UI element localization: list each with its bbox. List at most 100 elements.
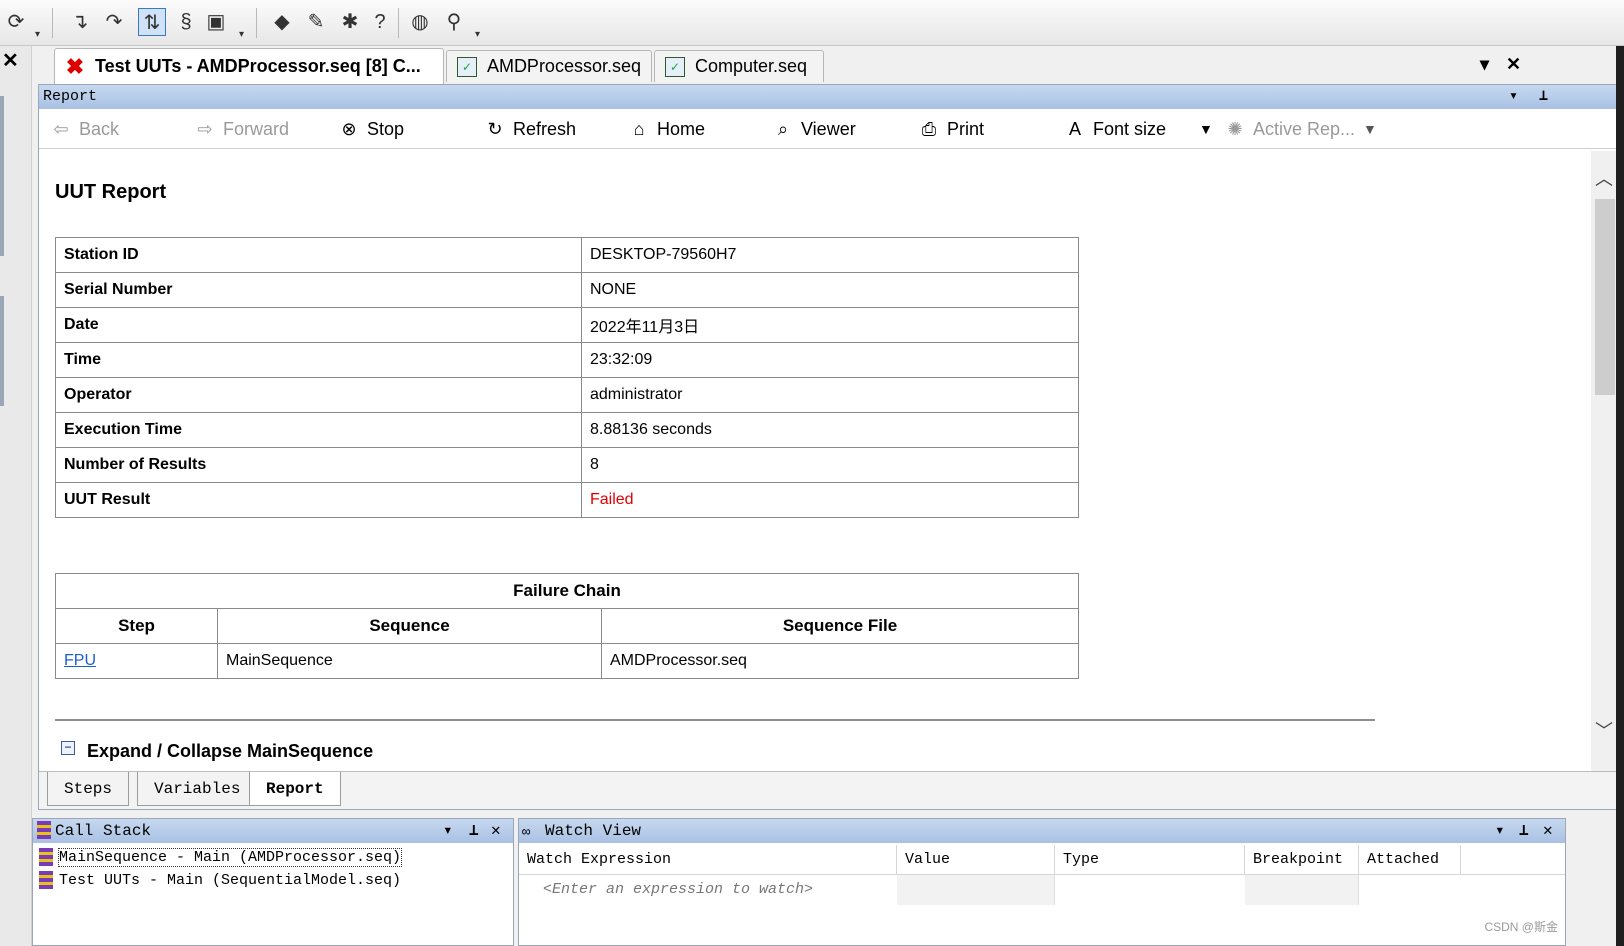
refresh-page-icon: ↻ <box>487 118 503 139</box>
watch-entry-row[interactable]: <Enter an expression to watch> <box>519 875 1565 905</box>
chevron-down-icon[interactable]: ▾ <box>1480 54 1489 75</box>
table-row: FPU MainSequence AMDProcessor.seq <box>55 643 1079 679</box>
watch-view-title-bar: ∞ Watch View ▾ ⊥ ✕ <box>519 819 1565 843</box>
status-badge: Failed <box>581 482 1079 518</box>
book-icon[interactable]: ◆ <box>268 8 296 36</box>
toolbar-overflow-grip[interactable] <box>34 6 44 40</box>
sequence-file-icon: ✓ <box>665 56 685 77</box>
step-link-fpu[interactable]: FPU <box>64 652 96 669</box>
column-header-sequence-file: Sequence File <box>601 608 1079 644</box>
failure-chain-table: Failure Chain Step Sequence Sequence Fil… <box>55 573 1079 679</box>
tools-icon[interactable]: ✱ <box>336 8 364 36</box>
tab-test-uuts-execution[interactable]: ✖ Test UUTs - AMDProcessor.seq [8] C... <box>54 48 444 84</box>
watch-view-pane: ∞ Watch View ▾ ⊥ ✕ Watch Expression Valu… <box>518 818 1566 946</box>
breakpoint-toggle-icon[interactable]: ▣ <box>202 8 230 36</box>
step-over-icon[interactable]: ↷ <box>100 8 128 36</box>
chevron-down-icon[interactable]: ▾ <box>1509 85 1518 109</box>
font-size-icon: A <box>1068 118 1081 139</box>
info-value: 8 <box>581 447 1079 483</box>
home-button[interactable]: ⌂ Home <box>627 115 705 143</box>
left-dock-rail: ✕ <box>0 46 32 946</box>
chevron-down-icon[interactable]: ﹀ <box>1595 717 1613 743</box>
call-stack-item[interactable]: Test UUTs - Main (SequentialModel.seq) <box>39 870 401 892</box>
toolbar-separator <box>398 8 399 38</box>
sequence-frame-icon <box>39 848 53 867</box>
table-row: Operator administrator <box>55 377 1079 413</box>
tab-label: Test UUTs - AMDProcessor.seq [8] C... <box>95 56 421 76</box>
call-stack-item[interactable]: MainSequence - Main (AMDProcessor.seq) <box>39 847 403 869</box>
pin-icon[interactable]: ⊥ <box>469 819 479 843</box>
page-title: UUT Report <box>55 181 167 203</box>
window-edge <box>1616 46 1624 946</box>
search-users-icon[interactable]: ⚲ <box>440 8 468 36</box>
step-out-icon[interactable]: § <box>172 8 200 36</box>
pin-icon[interactable]: ⊥ <box>1539 85 1548 109</box>
chevron-down-icon[interactable]: ▾ <box>443 819 453 843</box>
step-into-icon[interactable]: ↴ <box>66 8 94 36</box>
step-mode-icon[interactable]: ⇅ <box>138 8 166 36</box>
tab-report[interactable]: Report <box>249 772 341 806</box>
execution-failed-icon: ✖ <box>65 53 85 79</box>
table-row: Station ID DESKTOP-79560H7 <box>55 237 1079 273</box>
breakpoint-cell <box>1245 875 1359 905</box>
arrow-right-icon: ⇨ <box>197 118 213 139</box>
tab-variables[interactable]: Variables <box>137 772 258 806</box>
pin-icon[interactable]: ⊥ <box>1519 819 1529 843</box>
viewer-button[interactable]: ⌕ Viewer <box>771 115 856 143</box>
chevron-up-icon[interactable]: ︿ <box>1595 165 1613 191</box>
watch-expression-input[interactable]: <Enter an expression to watch> <box>543 875 813 905</box>
active-report-button[interactable]: ✺ Active Rep... ▼ <box>1223 115 1376 143</box>
tab-steps[interactable]: Steps <box>47 772 130 806</box>
table-row: Execution Time 8.88136 seconds <box>55 412 1079 448</box>
info-value: 2022年11月3日 <box>581 307 1079 343</box>
info-key: Operator <box>55 377 582 413</box>
column-header-type[interactable]: Type <box>1055 845 1245 875</box>
column-header-value[interactable]: Value <box>897 845 1055 875</box>
expand-collapse-toggle[interactable]: − Expand / Collapse MainSequence <box>61 740 373 762</box>
column-header-step: Step <box>55 608 218 644</box>
globe-icon[interactable]: ◍ <box>406 8 434 36</box>
close-icon[interactable]: ✕ <box>491 819 501 843</box>
forward-button[interactable]: ⇨ Forward <box>193 115 289 143</box>
watch-column-headers: Watch Expression Value Type Breakpoint A… <box>519 845 1565 875</box>
refresh-cycle-icon[interactable]: ⟳ <box>2 8 30 36</box>
documentation-icon[interactable]: ✎ <box>302 8 330 36</box>
table-row: Number of Results 8 <box>55 447 1079 483</box>
toolbar-separator <box>256 8 257 38</box>
table-row: Serial Number NONE <box>55 272 1079 308</box>
chevron-down-icon: ▼ <box>1199 121 1213 137</box>
stop-button[interactable]: ⊗ Stop <box>337 115 404 143</box>
column-header-attached[interactable]: Attached <box>1359 845 1461 875</box>
refresh-button[interactable]: ↻ Refresh <box>483 115 576 143</box>
info-key: Station ID <box>55 237 582 273</box>
report-nav-toolbar: ⇦ Back ⇨ Forward ⊗ Stop ↻ Refresh ⌂ Home… <box>39 109 1621 149</box>
close-icon[interactable]: ✕ <box>1543 819 1553 843</box>
dock-indicator <box>0 296 4 406</box>
info-key: Date <box>55 307 582 343</box>
toolbar-overflow-grip[interactable] <box>238 6 248 40</box>
column-header-breakpoint[interactable]: Breakpoint <box>1245 845 1359 875</box>
font-size-dropdown[interactable]: ▼ <box>1199 115 1213 143</box>
tab-amdprocessor-seq[interactable]: ✓ AMDProcessor.seq <box>446 50 652 82</box>
document-tab-strip: ✖ Test UUTs - AMDProcessor.seq [8] C... … <box>36 48 1624 84</box>
report-pane-title-bar: Report ▾ ⊥ <box>39 85 1621 109</box>
chevron-down-icon[interactable]: ▾ <box>1495 819 1505 843</box>
arrow-left-icon: ⇦ <box>53 118 69 139</box>
active-report-icon: ✺ <box>1227 118 1243 139</box>
info-key: Serial Number <box>55 272 582 308</box>
print-button[interactable]: ⎙ Print <box>917 115 984 143</box>
help-icon[interactable]: ? <box>366 8 394 36</box>
font-size-button[interactable]: A Font size <box>1063 115 1166 143</box>
info-key: Execution Time <box>55 412 582 448</box>
close-icon[interactable]: ✕ <box>2 48 19 73</box>
scrollbar-thumb[interactable] <box>1595 199 1615 395</box>
tab-label: AMDProcessor.seq <box>486 56 641 76</box>
column-header-watch-expression[interactable]: Watch Expression <box>519 845 897 875</box>
report-vertical-scrollbar[interactable]: ︿ ﹀ <box>1591 151 1619 771</box>
home-icon: ⌂ <box>633 118 645 139</box>
sequence-cell: MainSequence <box>217 643 602 679</box>
tab-computer-seq[interactable]: ✓ Computer.seq <box>654 50 824 82</box>
close-icon[interactable]: ✕ <box>1506 54 1521 75</box>
toolbar-overflow-grip[interactable] <box>474 6 484 40</box>
back-button[interactable]: ⇦ Back <box>49 115 119 143</box>
